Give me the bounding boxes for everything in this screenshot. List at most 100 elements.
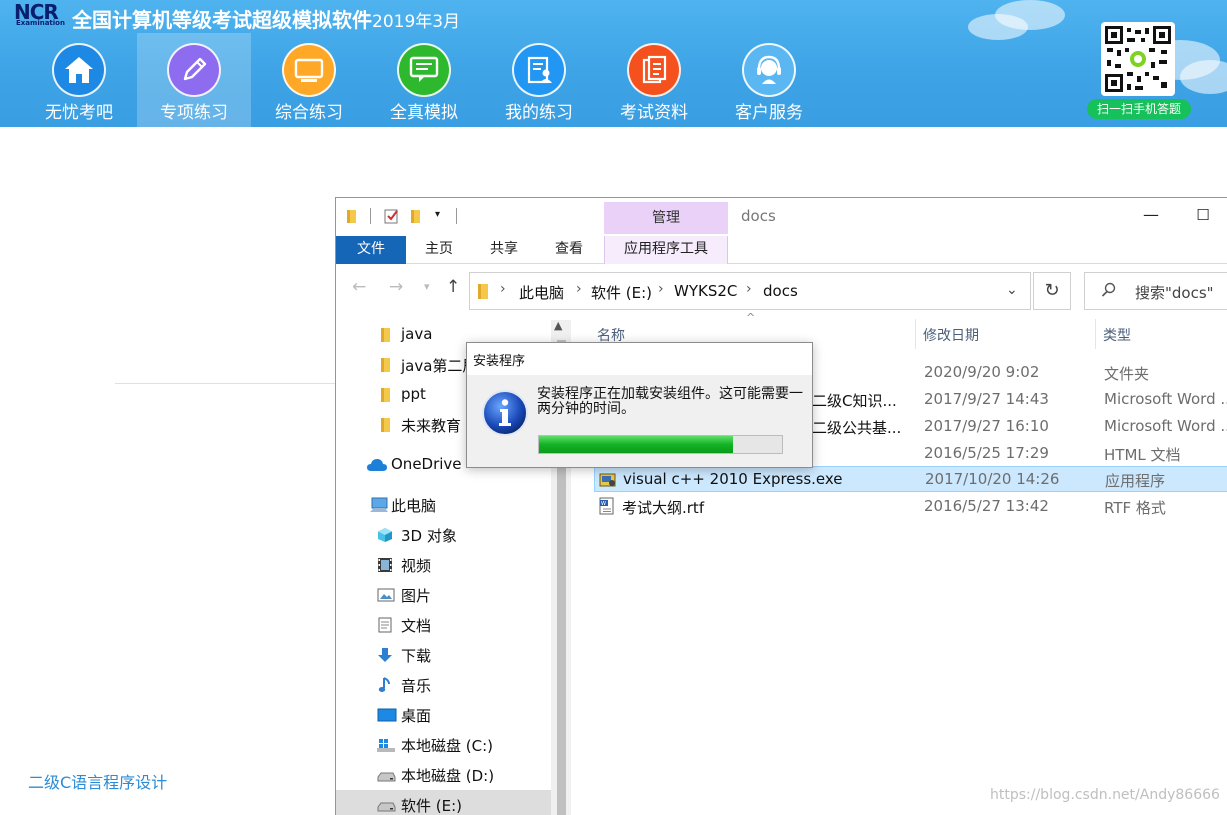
- search-input[interactable]: 搜索"docs": [1084, 272, 1227, 310]
- folder-icon: [380, 387, 396, 403]
- app-logo: NCR Examination: [14, 0, 72, 27]
- nav-tree-item-pictures[interactable]: 图片: [336, 580, 551, 610]
- breadcrumb-this-pc[interactable]: 此电脑: [519, 282, 564, 303]
- minimize-button[interactable]: —: [1136, 200, 1166, 230]
- info-icon: [481, 389, 529, 437]
- breadcrumb-wyks2c[interactable]: WYKS2C: [674, 282, 737, 300]
- chat-screen-icon: [397, 43, 451, 97]
- file-name: 考试大纲.rtf: [622, 499, 705, 517]
- address-bar[interactable]: › 此电脑 › 软件 (E:) › WYKS2C › docs ⌄: [469, 272, 1031, 310]
- breadcrumb-separator: ›: [500, 281, 506, 297]
- column-separator[interactable]: [1095, 319, 1096, 349]
- customize-toolbar-icon[interactable]: ▾: [435, 209, 440, 220]
- file-date: 2017/10/20 14:26: [925, 470, 1060, 488]
- forward-arrow-icon[interactable]: →: [389, 277, 403, 297]
- qr-code: [1101, 22, 1175, 96]
- sort-ascending-icon: ^: [746, 311, 756, 324]
- address-bar-row: ← → ▾ ↑ › 此电脑 › 软件 (E:) › WYKS2C › docs …: [336, 265, 1227, 311]
- manage-contextual-tab[interactable]: 管理: [604, 202, 728, 234]
- watermark-url: https://blog.csdn.net/Andy86666: [990, 787, 1220, 803]
- nav-tree-item-videos[interactable]: 视频: [336, 550, 551, 580]
- folder-icon: [477, 282, 491, 304]
- recent-locations-icon[interactable]: ▾: [424, 280, 430, 293]
- app-version: 2019年3月: [372, 12, 461, 32]
- breadcrumb-separator: ›: [746, 281, 752, 297]
- nav-item-exam-materials[interactable]: 考试资料: [597, 33, 711, 127]
- video-icon: [377, 557, 393, 573]
- breadcrumb-docs[interactable]: docs: [763, 282, 798, 300]
- this-pc-icon: [369, 497, 389, 513]
- headset-icon: [742, 43, 796, 97]
- ribbon-tabs: 文件 主页 共享 查看 应用程序工具: [336, 236, 1227, 264]
- logo-subtext: Examination: [16, 19, 65, 27]
- file-explorer-window: ▾ 管理 docs — ☐ 文件 主页 共享 查看 应用程序工具 ← → ▾ ↑…: [335, 197, 1227, 815]
- search-placeholder: 搜索"docs": [1135, 284, 1214, 302]
- app-title: 全国计算机等级考试超级模拟软件2019年3月: [72, 4, 460, 33]
- back-arrow-icon[interactable]: ←: [352, 277, 366, 297]
- nav-tree-item-drive-e[interactable]: 软件 (E:): [336, 790, 551, 815]
- nav-item-comprehensive-practice[interactable]: 综合练习: [252, 33, 366, 127]
- nav-tree-item-desktop[interactable]: 桌面: [336, 700, 551, 730]
- nav-tree-item-music[interactable]: 音乐: [336, 670, 551, 700]
- file-date: 2017/9/27 14:43: [924, 390, 1049, 408]
- tab-file[interactable]: 文件: [336, 236, 406, 264]
- user-document-icon: [512, 43, 566, 97]
- nav-item-customer-service[interactable]: 客户服务: [712, 33, 826, 127]
- dialog-message: 安装程序正在加载安装组件。这可能需要一两分钟的时间。: [537, 386, 803, 417]
- nav-tree-item-this-pc[interactable]: 此电脑: [336, 490, 551, 520]
- nav-tree-label: 未来教育: [401, 417, 462, 435]
- file-row-selected[interactable]: visual c++ 2010 Express.exe 2017/10/20 1…: [594, 466, 1227, 492]
- installer-dialog: 安装程序 安装程序正在加载安装组件。这可能需要一两分钟的时间。: [466, 342, 813, 468]
- dialog-title: 安装程序: [473, 354, 526, 369]
- toolbar-separator: [370, 208, 371, 224]
- nav-tree-label: OneDrive: [391, 455, 462, 473]
- nav-tree-item-3d-objects[interactable]: 3D 对象: [336, 520, 551, 550]
- breadcrumb-drive-e[interactable]: 软件 (E:): [591, 282, 652, 303]
- tab-home[interactable]: 主页: [414, 236, 464, 264]
- page-divider: [115, 383, 336, 384]
- app-title-text: 全国计算机等级考试超级模拟软件: [72, 8, 372, 32]
- home-icon: [52, 43, 106, 97]
- tab-share[interactable]: 共享: [479, 236, 529, 264]
- qr-scan-label: 扫一扫手机答题: [1087, 99, 1191, 119]
- onedrive-icon: [366, 457, 388, 473]
- nav-tree-label: 此电脑: [391, 497, 437, 515]
- folder-icon: [380, 357, 396, 373]
- folder-icon: [346, 208, 360, 228]
- nav-item-home[interactable]: 无忧考吧: [22, 33, 136, 127]
- refresh-button[interactable]: ↻: [1033, 272, 1071, 310]
- nav-label: 考试资料: [620, 103, 688, 123]
- nav-label: 客户服务: [735, 103, 803, 123]
- course-link[interactable]: 二级C语言程序设计: [28, 769, 167, 793]
- maximize-button[interactable]: ☐: [1188, 200, 1218, 230]
- nav-item-full-simulation[interactable]: 全真模拟: [367, 33, 481, 127]
- file-name: 二级C知识...: [812, 392, 897, 410]
- file-type: HTML 文档: [1104, 446, 1181, 464]
- new-folder-icon[interactable]: [410, 208, 424, 228]
- tab-application-tools[interactable]: 应用程序工具: [604, 236, 728, 264]
- tab-view[interactable]: 查看: [544, 236, 594, 264]
- chevron-down-icon[interactable]: ⌄: [1006, 282, 1018, 298]
- drive-icon: [376, 767, 396, 783]
- file-row[interactable]: W 考试大纲.rtf 2016/5/27 13:42 RTF 格式: [594, 493, 1227, 519]
- folder-icon: [380, 327, 396, 343]
- nav-tree-label: 下载: [401, 647, 432, 665]
- column-separator[interactable]: [915, 319, 916, 349]
- nav-tree-item-drive-c[interactable]: 本地磁盘 (C:): [336, 730, 551, 760]
- scroll-up-icon[interactable]: ▲: [554, 319, 562, 332]
- nav-tree-item-documents[interactable]: 文档: [336, 610, 551, 640]
- nav-item-special-practice[interactable]: 专项练习: [137, 33, 251, 127]
- drive-icon: [376, 797, 396, 813]
- nav-tree-item-downloads[interactable]: 下载: [336, 640, 551, 670]
- properties-icon[interactable]: [384, 208, 400, 228]
- file-date: 2016/5/27 13:42: [924, 497, 1049, 515]
- up-arrow-icon[interactable]: ↑: [446, 277, 460, 297]
- desktop-icon: [377, 707, 397, 723]
- nav-label: 综合练习: [275, 103, 343, 123]
- nav-item-my-practice[interactable]: 我的练习: [482, 33, 596, 127]
- column-header-type[interactable]: 类型: [1103, 325, 1131, 345]
- nav-tree-label: 图片: [401, 587, 432, 605]
- column-header-date[interactable]: 修改日期: [923, 325, 979, 345]
- dialog-titlebar[interactable]: 安装程序: [467, 343, 812, 375]
- nav-tree-item-drive-d[interactable]: 本地磁盘 (D:): [336, 760, 551, 790]
